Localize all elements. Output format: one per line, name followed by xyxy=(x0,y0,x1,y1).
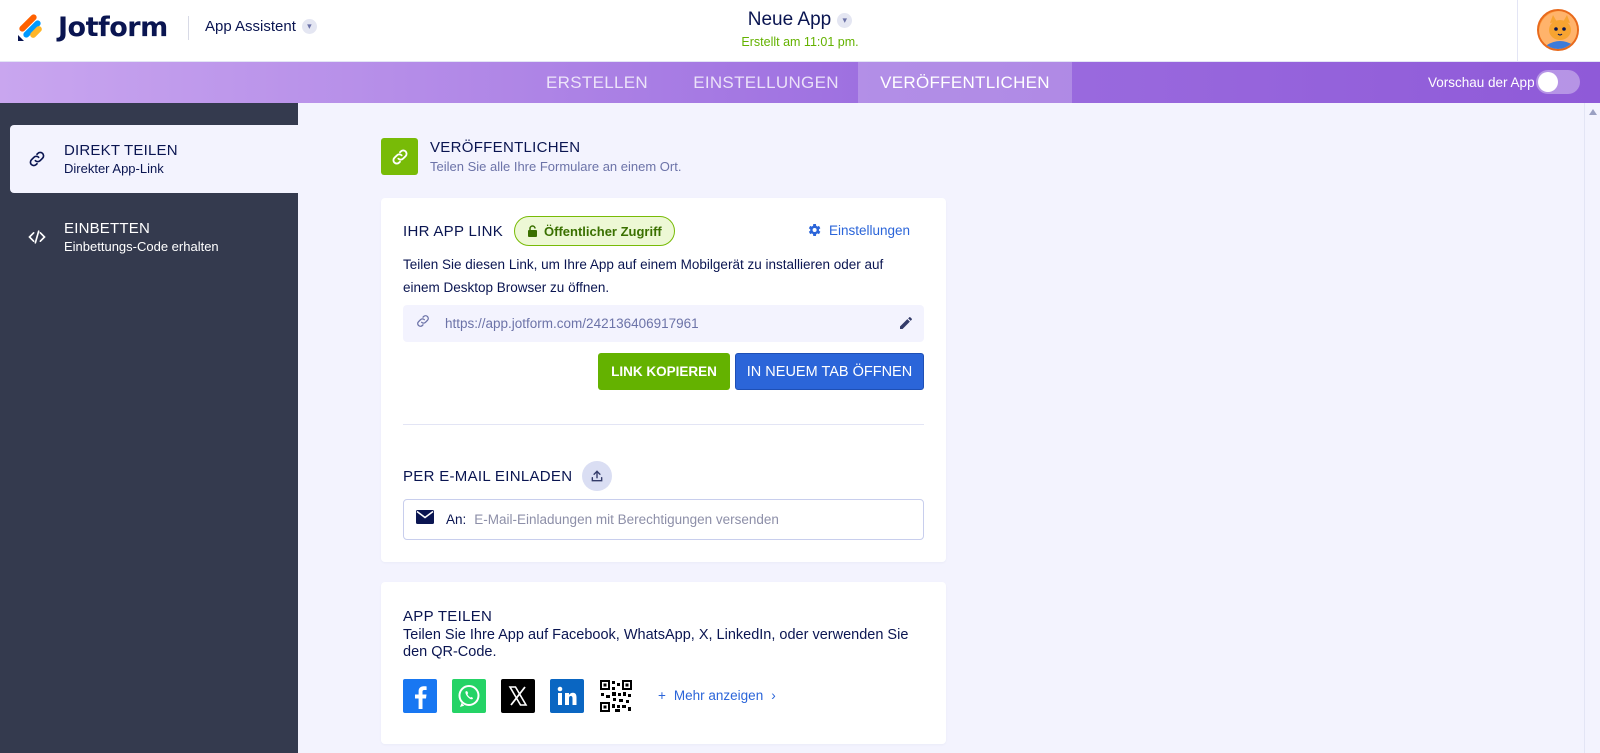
link-icon xyxy=(22,149,52,169)
app-link-title: IHR APP LINK xyxy=(403,222,504,240)
open-new-tab-button[interactable]: IN NEUEM TAB ÖFFNEN xyxy=(735,353,924,390)
qr-code-icon[interactable] xyxy=(599,679,633,713)
page-subtitle: Teilen Sie alle Ihre Formulare an einem … xyxy=(430,159,682,174)
scroll-up-arrow-icon[interactable] xyxy=(1589,109,1597,115)
avatar-divider xyxy=(1517,0,1518,61)
email-invite-title: PER E-MAIL EINLADEN xyxy=(403,467,573,485)
code-icon xyxy=(22,227,52,247)
tab-einstellungen[interactable]: EINSTELLUNGEN xyxy=(688,62,844,103)
section-divider xyxy=(403,424,924,425)
share-description: Teilen Sie Ihre App auf Facebook, WhatsA… xyxy=(403,627,909,660)
app-title-dropdown[interactable]: Neue App ▾ xyxy=(747,9,853,31)
whatsapp-icon[interactable] xyxy=(452,679,486,713)
public-access-badge[interactable]: Öffentlicher Zugriff xyxy=(514,216,675,246)
app-assistant-label: App Assistent xyxy=(205,18,296,35)
link-settings-button[interactable]: Einstellungen xyxy=(806,222,910,238)
preview-toggle[interactable] xyxy=(1536,70,1580,94)
chevron-right-icon: › xyxy=(771,688,776,703)
copy-link-button[interactable]: LINK KOPIEREN xyxy=(598,353,730,390)
app-title-block: Neue App ▾ Erstellt am 11:01 pm. xyxy=(690,9,910,49)
x-icon[interactable] xyxy=(501,679,535,713)
tab-veroeffentlichen[interactable]: VERÖFFENTLICHEN xyxy=(858,62,1072,103)
publish-header: VERÖFFENTLICHEN Teilen Sie alle Ihre For… xyxy=(381,138,681,175)
app-assistant-dropdown[interactable]: App Assistent ▾ xyxy=(205,18,317,35)
tab-erstellen[interactable]: ERSTELLEN xyxy=(534,62,660,103)
chevron-down-icon: ▾ xyxy=(837,12,853,28)
app-title: Neue App xyxy=(747,9,832,30)
sidebar: DIREKT TEILEN Direkter App-Link EINBETTE… xyxy=(0,103,298,753)
builder-nav: ERSTELLEN EINSTELLUNGEN VERÖFFENTLICHEN … xyxy=(0,62,1600,103)
share-app-card: APP TEILEN Teilen Sie Ihre App auf Faceb… xyxy=(381,582,946,744)
sidebar-item-title: DIREKT TEILEN xyxy=(64,142,178,159)
app-created-status: Erstellt am 11:01 pm. xyxy=(741,35,859,49)
app-link-description: Teilen Sie diesen Link, um Ihre App auf … xyxy=(403,257,884,295)
envelope-icon xyxy=(416,510,434,529)
chevron-down-icon: ▾ xyxy=(301,19,317,34)
sidebar-item-subtitle: Direkter App-Link xyxy=(64,161,164,176)
show-more-button[interactable]: + Mehr anzeigen › xyxy=(658,688,776,703)
app-url: https://app.jotform.com/242136406917961 xyxy=(445,316,699,331)
email-invite-field: An: xyxy=(403,499,924,540)
linkedin-icon[interactable] xyxy=(550,679,584,713)
brand-name: Jotform xyxy=(58,12,168,43)
plus-icon: + xyxy=(658,688,666,703)
sidebar-item-direkt-teilen[interactable]: DIREKT TEILEN Direkter App-Link xyxy=(10,125,298,193)
sidebar-item-subtitle: Einbettungs-Code erhalten xyxy=(64,239,219,254)
header-divider xyxy=(188,16,189,40)
link-icon xyxy=(381,138,418,175)
page-title: VERÖFFENTLICHEN xyxy=(430,139,581,156)
email-input[interactable] xyxy=(474,512,895,527)
share-title: APP TEILEN xyxy=(403,608,493,625)
sidebar-item-einbetten[interactable]: EINBETTEN Einbettungs-Code erhalten xyxy=(10,203,298,271)
pencil-icon[interactable] xyxy=(898,315,914,336)
toggle-knob xyxy=(1538,72,1558,92)
link-settings-label: Einstellungen xyxy=(828,222,910,238)
cat-avatar-icon xyxy=(1539,11,1577,49)
upload-button[interactable] xyxy=(582,461,613,491)
top-bar: Jotform App Assistent ▾ Neue App ▾ Erste… xyxy=(0,0,1600,62)
public-access-label: Öffentlicher Zugriff xyxy=(544,223,662,239)
upload-icon xyxy=(591,470,603,482)
user-avatar[interactable] xyxy=(1537,9,1579,51)
jotform-logo-icon xyxy=(16,13,46,43)
scrollbar[interactable] xyxy=(1584,103,1600,753)
preview-label: Vorschau der App xyxy=(1428,75,1535,90)
lock-icon xyxy=(528,225,538,237)
app-link-card: IHR APP LINK Öffentlicher Zugriff Einste… xyxy=(381,198,946,562)
facebook-icon[interactable] xyxy=(403,679,437,713)
app-url-field[interactable]: https://app.jotform.com/242136406917961 xyxy=(403,305,924,342)
show-more-label: Mehr anzeigen xyxy=(673,688,764,703)
jotform-logo[interactable]: Jotform xyxy=(16,12,168,43)
sidebar-item-title: EINBETTEN xyxy=(64,220,150,237)
link-icon xyxy=(415,313,431,334)
gear-icon xyxy=(808,224,821,236)
email-to-label: An: xyxy=(446,512,467,527)
